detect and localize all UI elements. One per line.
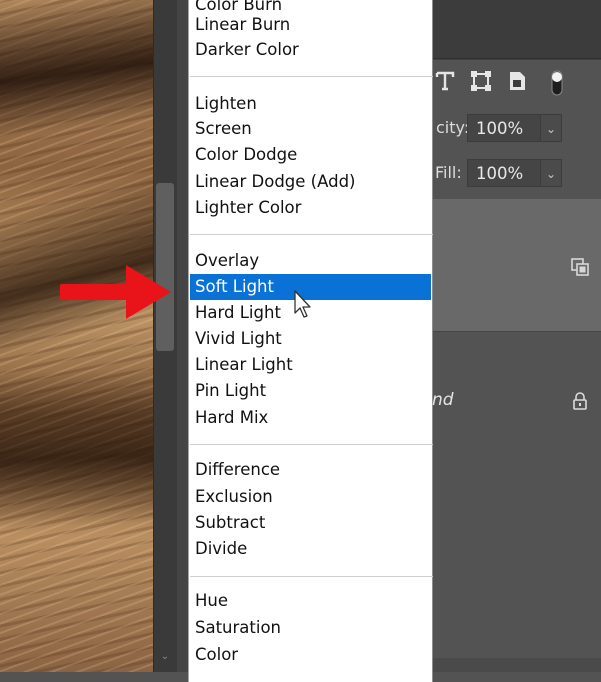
smart-object-icon[interactable] (506, 70, 528, 92)
background-layer-name: nd (432, 390, 454, 410)
opacity-dropdown-icon[interactable]: ⌄ (540, 114, 562, 142)
menu-item-lighter-color[interactable]: Lighter Color (190, 195, 431, 221)
menu-item-linear-light[interactable]: Linear Light (190, 352, 431, 378)
menu-item-pin-light[interactable]: Pin Light (190, 378, 431, 404)
layer-row-background[interactable]: nd (432, 331, 601, 470)
toggle-icon[interactable] (546, 70, 568, 96)
menu-item-linear-burn[interactable]: Linear Burn (190, 12, 431, 38)
menu-item-divide[interactable]: Divide (190, 536, 431, 562)
layer-row-selected[interactable] (433, 199, 601, 331)
type-icon[interactable] (434, 70, 456, 92)
smart-object-badge-icon (571, 258, 589, 276)
menu-separator (190, 76, 433, 77)
menu-item-saturation[interactable]: Saturation (190, 615, 431, 641)
fill-label: Fill: (435, 163, 462, 182)
menu-separator (190, 444, 433, 445)
menu-separator (190, 234, 433, 235)
layers-empty-area (433, 469, 601, 672)
transform-icon[interactable] (470, 70, 492, 92)
menu-item-screen[interactable]: Screen (190, 116, 431, 142)
menu-shadow (177, 0, 188, 672)
menu-item-exclusion[interactable]: Exclusion (190, 484, 431, 510)
menu-item-color[interactable]: Color (190, 642, 431, 668)
lock-icon (573, 392, 587, 410)
menu-item-subtract[interactable]: Subtract (190, 510, 431, 536)
menu-item-difference[interactable]: Difference (190, 457, 431, 483)
layers-bottom-toolbar (433, 658, 601, 672)
scroll-down-icon[interactable]: ⌄ (158, 650, 172, 664)
canvas-photo (0, 0, 158, 672)
red-arrow-icon (60, 265, 171, 319)
opacity-label: city: (436, 118, 470, 137)
opacity-field[interactable]: 100% (467, 114, 541, 142)
fill-dropdown-icon[interactable]: ⌄ (540, 159, 562, 187)
mouse-cursor-icon (294, 290, 311, 318)
panel-tab-area (433, 0, 601, 59)
menu-item-lighten[interactable]: Lighten (190, 91, 431, 117)
menu-item-hue[interactable]: Hue (190, 588, 431, 614)
blend-mode-menu: Color Burn Linear Burn Darker Color Ligh… (188, 0, 433, 682)
menu-item-hard-mix[interactable]: Hard Mix (190, 405, 431, 431)
menu-item-color-dodge[interactable]: Color Dodge (190, 142, 431, 168)
menu-item-overlay[interactable]: Overlay (190, 248, 431, 274)
menu-item-vivid-light[interactable]: Vivid Light (190, 326, 431, 352)
menu-separator (190, 576, 433, 577)
menu-item-linear-dodge[interactable]: Linear Dodge (Add) (190, 169, 431, 195)
menu-item-darker-color[interactable]: Darker Color (190, 37, 431, 63)
fill-field[interactable]: 100% (467, 159, 541, 187)
